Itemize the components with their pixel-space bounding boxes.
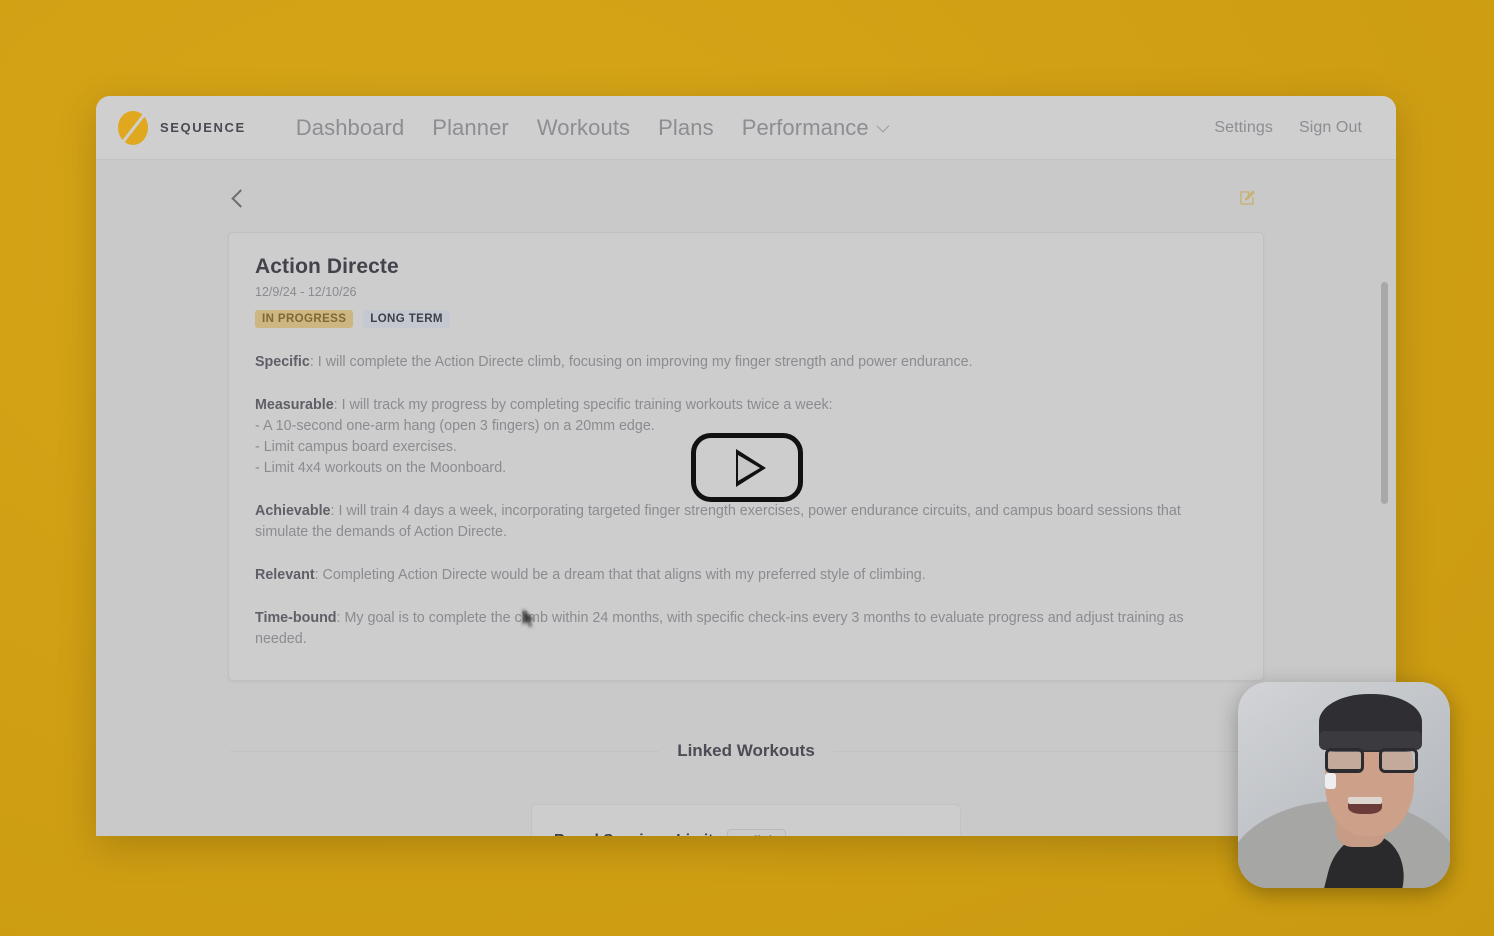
primary-nav: Dashboard Planner Workouts Plans Perform…	[296, 114, 890, 141]
webcam-glasses-bridge	[1327, 768, 1361, 772]
content-toolbar	[206, 182, 1286, 214]
smart-relevant-text: : Completing Action Directe would be a d…	[314, 567, 926, 583]
linked-workout-card[interactable]: Board Session - Limit Unlink 31/8/24 Hom…	[531, 804, 961, 836]
smart-measurable-key: Measurable	[255, 397, 334, 413]
smart-relevant-key: Relevant	[255, 567, 315, 583]
scrollbar-thumb[interactable]	[1381, 282, 1388, 504]
smart-time-bound-text: : My goal is to complete the climb withi…	[255, 610, 1184, 647]
smart-specific-key: Specific	[255, 354, 310, 370]
webcam-pip[interactable]	[1238, 682, 1450, 888]
webcam-lens-right	[1379, 747, 1419, 773]
smart-measurable-text: : I will track my progress by completing…	[333, 397, 833, 413]
play-triangle-inner	[737, 454, 760, 481]
back-button[interactable]	[231, 188, 250, 208]
webcam-teeth	[1348, 797, 1383, 804]
smart-achievable: Achievable: I will train 4 days a week, …	[255, 501, 1237, 543]
webcam-earbud	[1324, 772, 1336, 790]
smart-time-bound: Time-bound: My goal is to complete the c…	[255, 608, 1237, 650]
top-navigation-bar: SEQUENCE Dashboard Planner Workouts Plan…	[96, 96, 1396, 160]
linked-workouts-title: Linked Workouts	[677, 741, 815, 760]
goal-badges: IN PROGRESS LONG TERM	[255, 310, 1237, 328]
status-badge-long-term: LONG TERM	[363, 310, 450, 328]
linked-workouts-header: Linked Workouts	[206, 741, 1286, 761]
nav-item-workouts[interactable]: Workouts	[537, 115, 630, 141]
nav-item-planner[interactable]: Planner	[432, 115, 509, 141]
play-button-icon[interactable]	[691, 433, 803, 502]
divider-left	[230, 750, 660, 752]
brand-name: SEQUENCE	[160, 120, 246, 135]
nav-item-dashboard[interactable]: Dashboard	[296, 115, 405, 141]
nav-item-performance[interactable]: Performance	[741, 114, 890, 141]
smart-time-bound-key: Time-bound	[255, 610, 337, 626]
workout-header-row: Board Session - Limit Unlink	[554, 829, 938, 836]
nav-item-performance-label: Performance	[741, 114, 869, 140]
goal-title: Action Directe	[255, 255, 399, 278]
smart-achievable-text: : I will train 4 days a week, incorporat…	[255, 503, 1181, 540]
nav-item-plans[interactable]: Plans	[658, 115, 714, 141]
nav-item-settings[interactable]: Settings	[1214, 119, 1273, 137]
chevron-down-icon	[876, 119, 890, 133]
brand-logo[interactable]: SEQUENCE	[118, 110, 246, 146]
smart-specific: Specific: I will complete the Action Dir…	[255, 352, 1237, 373]
status-badge-in-progress: IN PROGRESS	[255, 310, 354, 328]
workout-name: Board Session - Limit	[554, 832, 713, 836]
smart-relevant: Relevant: Completing Action Directe woul…	[255, 565, 1237, 586]
divider-right	[832, 750, 1262, 752]
unlink-button[interactable]: Unlink	[727, 829, 786, 836]
nav-item-sign-out[interactable]: Sign Out	[1299, 119, 1362, 137]
secondary-nav: Settings Sign Out	[1214, 119, 1362, 137]
edit-square-icon[interactable]	[1238, 189, 1256, 207]
smart-achievable-key: Achievable	[255, 503, 331, 519]
goal-date-range: 12/9/24 - 12/10/26	[255, 285, 357, 299]
smart-specific-text: : I will complete the Action Directe cli…	[309, 354, 973, 370]
sequence-logo-icon	[118, 110, 148, 146]
